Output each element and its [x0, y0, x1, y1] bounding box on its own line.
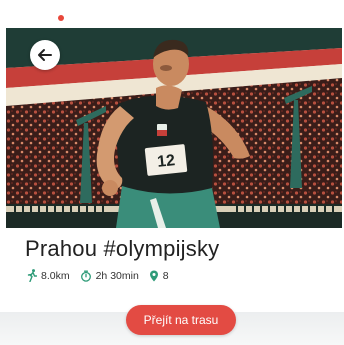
running-figure-icon	[27, 269, 37, 282]
duration-value: 2h 30min	[95, 269, 139, 282]
status-bar	[0, 0, 344, 28]
stopwatch-icon	[80, 270, 91, 282]
race-number: 12	[156, 152, 176, 171]
stat-duration: 2h 30min	[80, 270, 139, 282]
distance-value: 8.0km	[41, 269, 70, 282]
notification-dot-icon	[58, 15, 64, 21]
route-title: Prahou #olympijsky	[25, 236, 220, 261]
map-pin-icon	[149, 270, 158, 281]
route-stats: 8.0km 2h 30min 8	[27, 269, 179, 282]
go-to-route-button[interactable]: Přejít na trasu	[126, 305, 236, 335]
arrow-left-icon	[38, 49, 52, 61]
stat-stops: 8	[149, 270, 169, 282]
back-button[interactable]	[30, 40, 60, 70]
stops-value: 8	[162, 269, 169, 282]
stat-distance: 8.0km	[27, 269, 70, 282]
